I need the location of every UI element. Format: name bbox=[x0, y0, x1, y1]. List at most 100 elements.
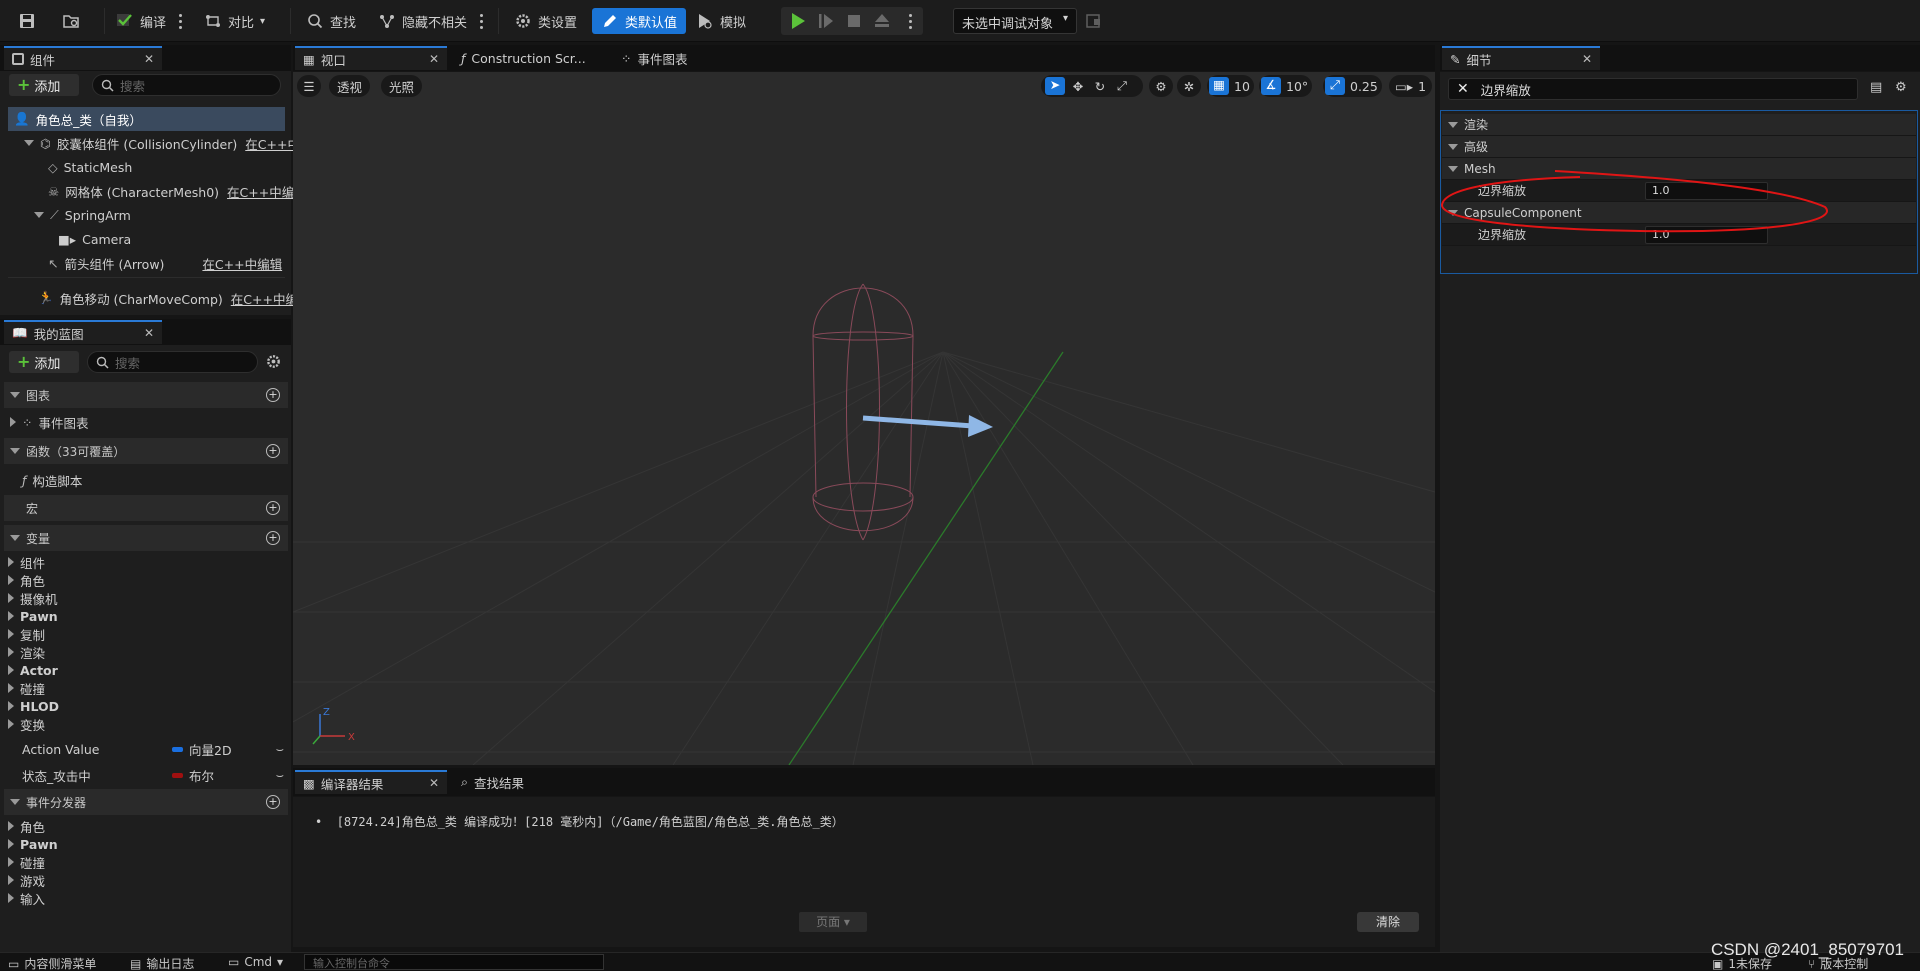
dispatcher-group[interactable]: 角色 bbox=[8, 817, 45, 835]
variable-group[interactable]: 复制 bbox=[8, 625, 45, 643]
tab-event-graph[interactable]: ⁘ 事件图表 bbox=[613, 46, 733, 70]
section-functions[interactable]: 函数（33可覆盖） + bbox=[4, 438, 288, 464]
variable-group[interactable]: 变换 bbox=[8, 715, 45, 733]
content-drawer-button[interactable]: ▭ 内容侧滑菜单 bbox=[8, 955, 96, 971]
blueprint-search-input[interactable]: 搜索 bbox=[87, 351, 258, 373]
section-graphs[interactable]: 图表 + bbox=[4, 382, 288, 408]
edit-in-cpp-link[interactable]: 在C++中编 bbox=[227, 182, 294, 201]
console-input[interactable]: 输入控制台命令 bbox=[304, 954, 604, 970]
eye-closed-icon[interactable]: ⌣ bbox=[276, 767, 284, 783]
components-search-input[interactable]: 搜索 bbox=[92, 74, 281, 96]
page-select[interactable]: 页面 ▾ bbox=[799, 912, 867, 932]
compile-options-button[interactable] bbox=[175, 10, 185, 32]
class-settings-button[interactable]: 类设置 bbox=[508, 8, 583, 34]
tab-find-results[interactable]: ⌕ 查找结果 bbox=[453, 770, 573, 794]
close-icon[interactable]: ✕ bbox=[1582, 52, 1592, 66]
component-item-movement[interactable]: 🏃 角色移动 (CharMoveComp) 在C++中编 bbox=[38, 286, 298, 310]
add-function-icon[interactable]: + bbox=[266, 444, 280, 458]
scale-snap-button[interactable]: ⤢ 0.25 bbox=[1323, 75, 1382, 97]
edit-in-cpp-link[interactable]: 在C++中编 bbox=[231, 289, 298, 308]
tab-details[interactable]: ✎ 细节 ✕ bbox=[1442, 46, 1600, 70]
variable-group[interactable]: 渲染 bbox=[8, 643, 45, 661]
dispatcher-group[interactable]: 游戏 bbox=[8, 871, 45, 889]
close-icon[interactable]: ✕ bbox=[144, 52, 154, 66]
hide-unrelated-button[interactable]: 隐藏不相关 bbox=[372, 8, 473, 34]
edit-in-cpp-link[interactable]: 在C++中 bbox=[245, 134, 300, 153]
tab-construction-script[interactable]: ƒ Construction Scr... bbox=[453, 46, 603, 70]
translate-tool-icon[interactable]: ✥ bbox=[1069, 79, 1087, 94]
rotation-snap-button[interactable]: ∡ 10° bbox=[1259, 75, 1313, 97]
viewport-menu-button[interactable]: ☰ bbox=[297, 75, 321, 97]
gear-icon[interactable]: ⚙ bbox=[1895, 80, 1907, 95]
variable-item-action-value[interactable]: Action Value 向量2D ⌣ bbox=[22, 737, 288, 761]
section-variables[interactable]: 变量 + bbox=[4, 525, 288, 551]
debug-target-select[interactable]: 未选中调试对象 ▾ bbox=[953, 8, 1077, 34]
variable-item-attacking[interactable]: 状态_攻击中 布尔 ⌣ bbox=[22, 763, 288, 787]
component-root[interactable]: 👤 角色总_类（自我） bbox=[8, 107, 285, 131]
output-log-button[interactable]: ▤ 输出日志 bbox=[130, 955, 194, 971]
surface-snap-button[interactable]: ✲ bbox=[1177, 75, 1201, 97]
tab-viewport[interactable]: ▦ 视口 ✕ bbox=[295, 46, 447, 70]
component-item-capsule[interactable]: ⌬ 胶囊体组件 (CollisionCylinder) 在C++中 bbox=[24, 131, 300, 155]
section-macros[interactable]: 宏 + bbox=[4, 495, 288, 521]
scale-tool-icon[interactable]: ⤢ bbox=[1113, 78, 1131, 94]
compile-button[interactable]: 编译 bbox=[110, 8, 172, 34]
section-event-dispatchers[interactable]: 事件分发器 + bbox=[4, 789, 288, 815]
find-button[interactable]: 查找 bbox=[300, 8, 362, 34]
select-tool-icon[interactable]: ➤ bbox=[1045, 77, 1065, 95]
diff-button[interactable]: 对比 ▾ bbox=[198, 8, 271, 34]
details-category[interactable]: 高级 bbox=[1442, 136, 1916, 158]
browse-button[interactable] bbox=[56, 8, 86, 34]
save-button[interactable] bbox=[12, 8, 42, 34]
perspective-button[interactable]: 透视 bbox=[329, 75, 371, 97]
lighting-button[interactable]: 光照 bbox=[381, 75, 423, 97]
gear-icon[interactable] bbox=[265, 353, 282, 370]
advance-frame-icon[interactable] bbox=[817, 12, 835, 30]
dispatcher-group[interactable]: 碰撞 bbox=[8, 853, 45, 871]
variable-group[interactable]: 组件 bbox=[8, 553, 45, 571]
class-defaults-button[interactable]: 类默认值 bbox=[592, 8, 687, 34]
play-icon[interactable] bbox=[789, 12, 807, 30]
variable-group[interactable]: Pawn bbox=[8, 607, 58, 625]
add-variable-icon[interactable]: + bbox=[266, 531, 280, 545]
component-item-mesh[interactable]: ☠ 网格体 (CharacterMesh0) 在C++中编 bbox=[48, 179, 294, 203]
variable-group[interactable]: HLOD bbox=[8, 697, 59, 715]
tab-components[interactable]: 组件 ✕ bbox=[4, 46, 162, 70]
simulate-button[interactable]: 模拟 bbox=[690, 8, 752, 34]
close-icon[interactable]: ✕ bbox=[429, 52, 439, 66]
clear-search-icon[interactable]: ✕ bbox=[1457, 81, 1469, 97]
eject-icon[interactable] bbox=[873, 12, 891, 30]
rotate-tool-icon[interactable]: ↻ bbox=[1091, 79, 1109, 94]
cmd-select[interactable]: ▭ Cmd ▾ bbox=[228, 955, 283, 969]
component-item-staticmesh[interactable]: ◇ StaticMesh bbox=[48, 155, 132, 179]
variable-group[interactable]: Actor bbox=[8, 661, 58, 679]
details-search-input[interactable]: ✕ 边界缩放 bbox=[1448, 78, 1858, 100]
eye-closed-icon[interactable]: ⌣ bbox=[276, 741, 284, 757]
tab-my-blueprint[interactable]: 📖 我的蓝图 ✕ bbox=[4, 320, 162, 344]
add-dispatcher-icon[interactable]: + bbox=[266, 795, 280, 809]
function-item-construction-script[interactable]: ƒ 构造脚本 bbox=[22, 468, 82, 492]
dispatcher-group[interactable]: Pawn bbox=[8, 835, 58, 853]
component-item-arrow[interactable]: ↖ 箭头组件 (Arrow) 在C++中编辑 bbox=[48, 251, 286, 275]
add-blueprint-item-button[interactable]: + 添加 bbox=[9, 351, 79, 373]
edit-in-cpp-link[interactable]: 在C++中编辑 bbox=[202, 254, 282, 273]
grid-snap-button[interactable]: ▦ 10 bbox=[1207, 75, 1254, 97]
dispatcher-group[interactable]: 输入 bbox=[8, 889, 45, 907]
add-macro-icon[interactable]: + bbox=[266, 501, 280, 515]
hide-options-button[interactable] bbox=[476, 10, 486, 32]
component-item-springarm[interactable]: ⟋ SpringArm bbox=[34, 203, 131, 227]
variable-group[interactable]: 碰撞 bbox=[8, 679, 45, 697]
graph-item-event-graph[interactable]: ⁘ 事件图表 bbox=[10, 410, 89, 434]
close-icon[interactable]: ✕ bbox=[144, 326, 154, 340]
component-item-camera[interactable]: ■▸ Camera bbox=[58, 227, 131, 251]
add-component-button[interactable]: + 添加 bbox=[9, 74, 79, 96]
play-options-button[interactable] bbox=[905, 10, 915, 32]
add-graph-icon[interactable]: + bbox=[266, 388, 280, 402]
clear-button[interactable]: 清除 bbox=[1357, 912, 1419, 932]
table-view-icon[interactable]: ▤ bbox=[1870, 80, 1882, 95]
stop-icon[interactable] bbox=[845, 12, 863, 30]
camera-speed-button[interactable]: ▭▸ 1 bbox=[1389, 75, 1433, 97]
variable-group[interactable]: 摄像机 bbox=[8, 589, 58, 607]
coordinate-space-button[interactable]: ⚙ bbox=[1149, 75, 1173, 97]
variable-group[interactable]: 角色 bbox=[8, 571, 45, 589]
